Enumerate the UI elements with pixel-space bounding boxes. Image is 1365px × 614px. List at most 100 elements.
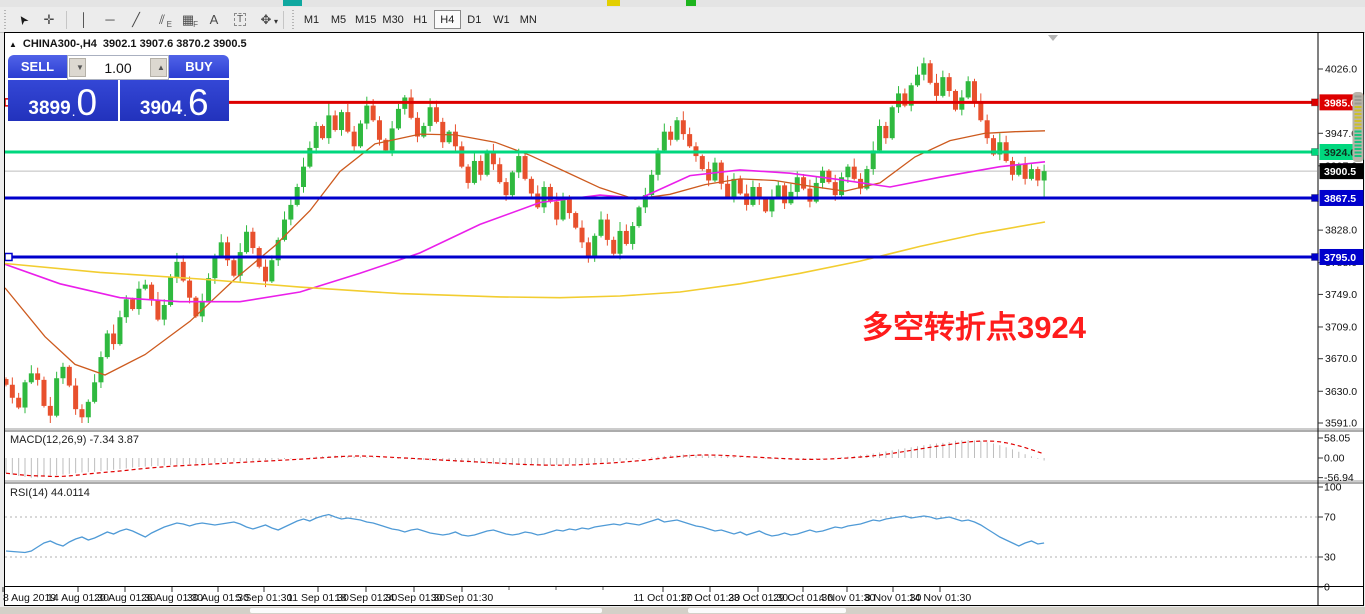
candle-body [852, 167, 857, 179]
candle-body [1010, 161, 1015, 175]
candle-body [731, 179, 736, 197]
sell-price[interactable]: 3899 . 0 [8, 80, 118, 121]
volume-decrease-button[interactable]: ▼ [69, 58, 86, 77]
taskbar-sliver [250, 608, 602, 613]
candle-body [447, 132, 452, 143]
crosshair-tool-glyph: ✛ [44, 12, 55, 28]
candle-body [143, 285, 148, 289]
level-end-marker[interactable] [1312, 149, 1319, 156]
candle-body [953, 91, 958, 110]
candle-body [301, 167, 306, 187]
equidistant-channel-icon[interactable]: ⫽E [149, 9, 175, 30]
text-icon[interactable]: A [201, 9, 227, 30]
date-label: 14 Nov 01:30 [909, 592, 972, 604]
timeframe-h1[interactable]: H1 [407, 10, 434, 29]
candle-body [86, 402, 91, 417]
level-end-marker[interactable] [1312, 99, 1319, 106]
dropdown-caret-icon[interactable]: ▾ [274, 17, 278, 26]
axis-scroll-widget[interactable] [1353, 92, 1364, 162]
volume-increase-button[interactable]: ▲ [150, 58, 167, 77]
sell-button[interactable]: SELL [8, 55, 67, 80]
timeframe-m30[interactable]: M30 [379, 10, 406, 29]
timeframe-h4[interactable]: H4 [434, 10, 461, 29]
arrows-icon[interactable]: ✥▾ [253, 9, 279, 30]
price-tick-label: 3630.0 [1325, 386, 1357, 398]
horizontal-line-tool-glyph: ─ [105, 12, 114, 27]
widget-stripe [1355, 148, 1362, 150]
volume-input[interactable] [87, 59, 149, 77]
candle-body [978, 102, 983, 121]
collapse-panel-icon[interactable]: ▲ [9, 40, 17, 49]
candle-body [1016, 164, 1021, 175]
candle-body [174, 262, 179, 277]
candle-body [485, 153, 490, 175]
date-label: 5 Sep 01:30 [236, 592, 293, 604]
timeframe-m15[interactable]: M15 [352, 10, 379, 29]
candle-body [187, 281, 192, 298]
candle-body [466, 167, 471, 183]
candle-body [712, 163, 717, 181]
price-tick-label: 3749.0 [1325, 289, 1357, 301]
chart-title: ▲ CHINA300-,H4 3902.1 3907.6 3870.2 3900… [9, 38, 247, 50]
widget-stripe [1355, 124, 1362, 126]
candle-body [16, 398, 21, 408]
sell-price-dot: . [72, 104, 76, 118]
hline-handle[interactable] [5, 253, 12, 260]
cursor-icon[interactable]: ➤ [10, 9, 36, 30]
horizontal-line-icon[interactable]: ─ [97, 9, 123, 30]
widget-stripe [1355, 103, 1362, 105]
vertical-line-icon[interactable]: │ [71, 9, 97, 30]
price-tick-label: 3947.0 [1325, 128, 1357, 140]
macd-axis-label: 58.05 [1324, 432, 1350, 444]
toolbar-grip[interactable] [2, 10, 8, 30]
toolbar: ➤ ✛ │ ─ ╱⫽E▦FAT✥▾ M1M5M15M30H1H4D1W1MN [0, 7, 1365, 33]
trendline-icon[interactable]: ╱ [123, 9, 149, 30]
toolbar-separator [283, 11, 284, 29]
candle-body [662, 132, 667, 151]
toolbar-grip[interactable] [290, 10, 296, 30]
price-tag-label: 3795.0 [1324, 252, 1356, 264]
candle-body [295, 187, 300, 205]
candle-body [67, 367, 72, 386]
candle-body [915, 75, 920, 86]
price-tag-label: 3900.5 [1324, 166, 1356, 178]
taskbar-sliver [688, 608, 846, 613]
timeframe-mn[interactable]: MN [515, 10, 542, 29]
timeframe-m1[interactable]: M1 [298, 10, 325, 29]
candle-body [510, 172, 515, 195]
candle-body [73, 386, 78, 410]
candle-body [48, 406, 53, 416]
timeframe-m5[interactable]: M5 [325, 10, 352, 29]
candle-body [149, 285, 154, 300]
widget-stripe [1355, 138, 1362, 140]
widget-stripe [1355, 120, 1362, 122]
text-label-icon[interactable]: T [227, 9, 253, 30]
widget-stripe [1355, 110, 1362, 112]
candle-body [263, 267, 268, 282]
candle-body [833, 182, 838, 195]
one-click-trade-panel: SELL ▼ ▲ BUY 3899 . 0 3904 . 6 [8, 55, 229, 121]
candle-body [155, 300, 160, 320]
candle-body [478, 161, 483, 175]
candle-body [320, 126, 325, 138]
candle-body [826, 171, 831, 182]
price-tag-label: 3985.0 [1324, 97, 1356, 109]
candle-body [345, 112, 350, 132]
candle-body [947, 77, 952, 91]
candle-body [333, 115, 338, 130]
trade-panel-top-row: SELL ▼ ▲ BUY [8, 55, 229, 80]
price-tick-label: 3828.0 [1325, 225, 1357, 237]
level-end-marker[interactable] [1312, 194, 1319, 201]
buy-price[interactable]: 3904 . 6 [120, 80, 230, 121]
widget-stripe [1355, 152, 1362, 154]
candle-body [491, 153, 496, 164]
timeframe-d1[interactable]: D1 [461, 10, 488, 29]
timeframe-w1[interactable]: W1 [488, 10, 515, 29]
buy-button[interactable]: BUY [169, 55, 229, 80]
candle-body [782, 185, 787, 203]
level-end-marker[interactable] [1312, 253, 1319, 260]
crosshair-icon[interactable]: ✛ [36, 9, 62, 30]
candle-body [371, 106, 376, 121]
candle-body [890, 107, 895, 138]
fibonacci-icon[interactable]: ▦F [175, 9, 201, 30]
